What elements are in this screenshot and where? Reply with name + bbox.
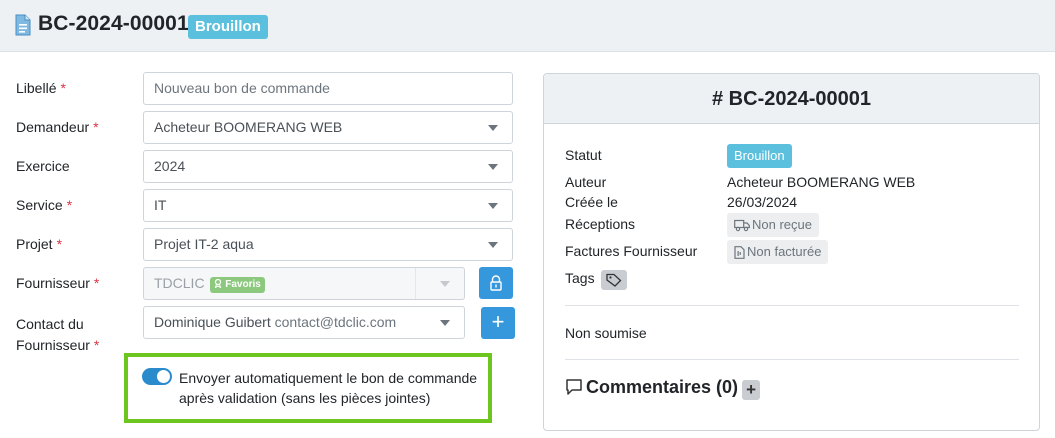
auto-send-toggle[interactable] <box>142 368 172 385</box>
statut-label: Statut <box>565 147 602 163</box>
summary-card: # BC-2024-00001 Statut Brouillon Auteur … <box>543 73 1040 431</box>
fournisseur-label: Fournisseur * <box>16 275 100 291</box>
lock-icon <box>490 275 502 291</box>
card-title: # BC-2024-00001 <box>544 74 1039 124</box>
auteur-value: Acheteur BOOMERANG WEB <box>727 174 916 190</box>
page-title: BC-2024-00001 <box>38 12 189 35</box>
demandeur-value: Acheteur BOOMERANG WEB <box>154 119 343 135</box>
comments-section: Commentaires (0) + <box>565 377 761 400</box>
add-contact-button[interactable]: + <box>481 307 515 339</box>
tag-icon <box>606 273 622 287</box>
top-bar: BC-2024-00001 Brouillon <box>0 0 1055 52</box>
projet-value: Projet IT-2 aqua <box>154 236 254 252</box>
chevron-down-icon <box>440 281 450 287</box>
exercice-label: Exercice <box>16 158 70 174</box>
factures-value: Non facturée <box>727 240 829 264</box>
contact-email: contact@tdclic.com <box>274 314 397 330</box>
demandeur-label: Demandeur * <box>16 119 99 135</box>
receptions-value: Non reçue <box>727 213 819 237</box>
exercice-select[interactable]: 2024 <box>143 150 513 183</box>
tags-label: Tags <box>565 270 595 286</box>
add-comment-button[interactable]: + <box>742 380 761 400</box>
contact-select[interactable]: Dominique Guibert contact@tdclic.com <box>143 306 465 339</box>
factures-label: Factures Fournisseur <box>565 243 698 259</box>
chevron-down-icon <box>440 320 450 326</box>
libelle-label: Libellé * <box>16 80 66 96</box>
service-value: IT <box>154 197 167 213</box>
comments-title: Commentaires (0) <box>586 377 739 397</box>
chevron-down-icon <box>488 242 498 248</box>
auteur-label: Auteur <box>565 174 607 190</box>
chevron-down-icon <box>488 125 498 131</box>
divider <box>565 305 1019 306</box>
demandeur-select[interactable]: Acheteur BOOMERANG WEB <box>143 111 513 144</box>
tags-row: Tags <box>565 270 628 290</box>
award-icon <box>215 278 222 289</box>
submission-status: Non soumise <box>565 325 647 341</box>
invoice-icon <box>734 246 745 259</box>
statut-value: Brouillon <box>727 144 792 168</box>
truck-icon <box>734 219 750 232</box>
chevron-down-icon <box>488 164 498 170</box>
projet-label: Projet * <box>16 236 63 252</box>
receptions-label: Réceptions <box>565 216 636 232</box>
creee-label: Créée le <box>565 194 618 210</box>
chevron-down-icon <box>488 203 498 209</box>
libelle-input[interactable]: Nouveau bon de commande <box>143 72 513 105</box>
divider <box>565 359 1019 360</box>
projet-select[interactable]: Projet IT-2 aqua <box>143 228 513 261</box>
factures-badge: Non facturée <box>727 240 829 264</box>
fournisseur-value: TDCLIC <box>154 275 205 291</box>
favoris-badge: Favoris <box>210 277 265 293</box>
tags-badge[interactable] <box>601 270 628 290</box>
toggle-knob <box>157 370 170 383</box>
exercice-value: 2024 <box>154 158 186 174</box>
status-badge: Brouillon <box>188 15 268 39</box>
fournisseur-select[interactable]: TDCLIC Favoris <box>143 267 465 300</box>
creee-value: 26/03/2024 <box>727 194 798 210</box>
contact-label: Contact du Fournisseur * <box>16 316 100 353</box>
auto-send-label: Envoyer automatiquement le bon de comman… <box>179 370 478 406</box>
comment-icon <box>566 379 582 395</box>
service-label: Service * <box>16 197 73 213</box>
receptions-badge: Non reçue <box>727 213 819 237</box>
document-icon <box>15 14 31 36</box>
statut-badge: Brouillon <box>727 144 792 168</box>
service-select[interactable]: IT <box>143 189 513 222</box>
plus-icon: + <box>491 309 505 334</box>
lock-button[interactable] <box>479 267 513 299</box>
contact-name: Dominique Guibert <box>154 314 271 330</box>
